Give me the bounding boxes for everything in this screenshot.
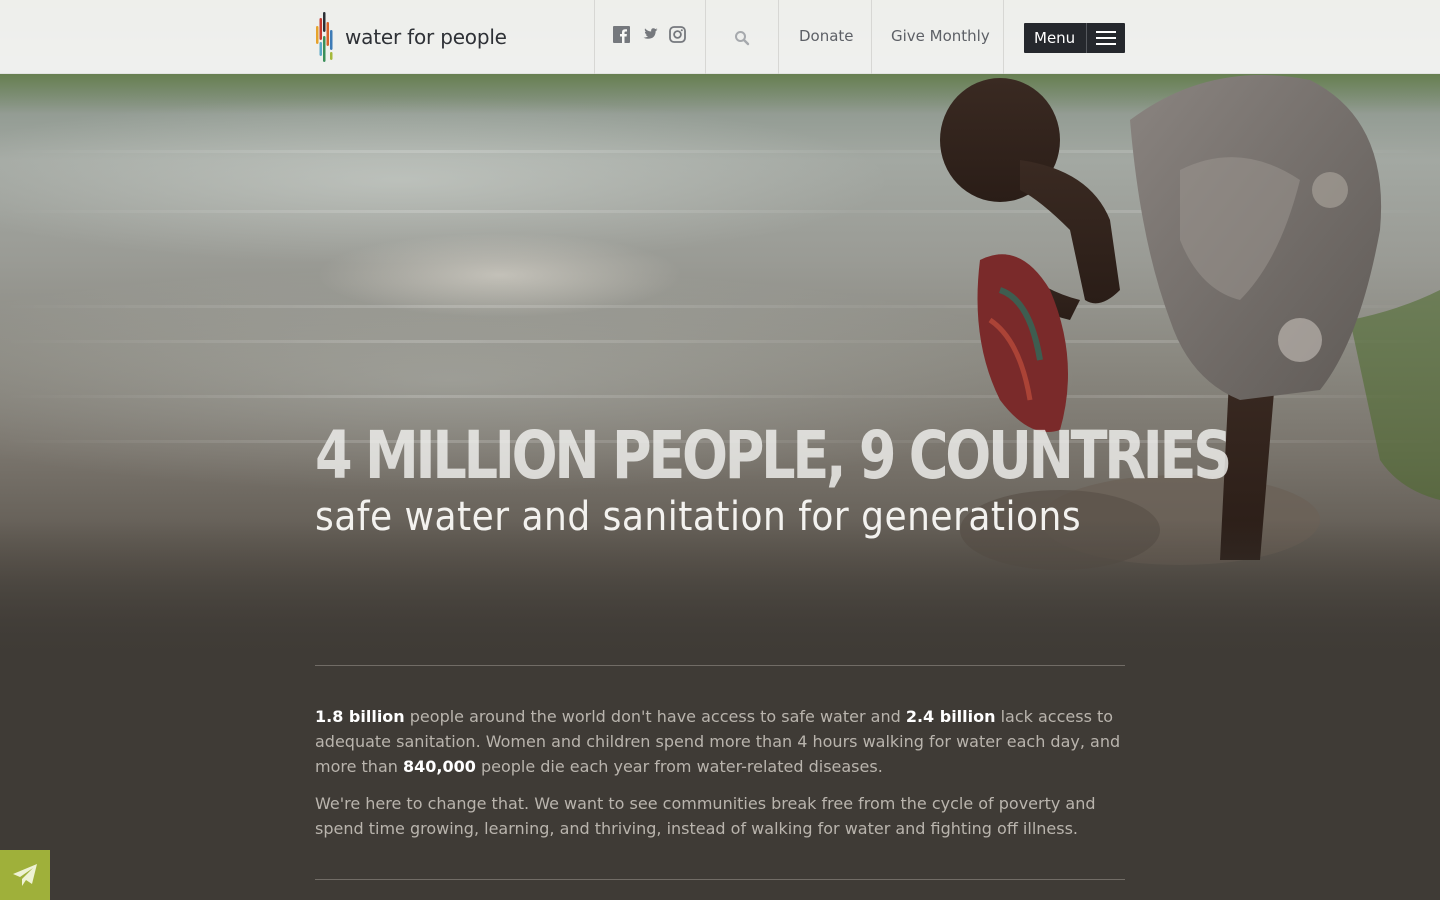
instagram-icon[interactable] bbox=[669, 26, 686, 43]
stat-sanitation: 2.4 billion bbox=[905, 707, 996, 726]
intro-paragraph-1: 1.8 billion people around the world don'… bbox=[315, 707, 1121, 776]
header-divider bbox=[705, 0, 706, 74]
search-icon[interactable] bbox=[734, 30, 750, 46]
menu-button[interactable]: Menu bbox=[1024, 23, 1125, 53]
stat-safe-water: 1.8 billion bbox=[315, 707, 405, 726]
logo-text: water for people bbox=[345, 25, 507, 49]
menu-label: Menu bbox=[1034, 29, 1076, 47]
stat-deaths: 840,000 bbox=[402, 757, 476, 776]
twitter-icon[interactable] bbox=[641, 26, 658, 43]
give-monthly-link[interactable]: Give Monthly bbox=[891, 27, 990, 45]
header-divider bbox=[778, 0, 779, 74]
intro-text: 1.8 billion people around the world don'… bbox=[315, 704, 1125, 841]
hero-subheadline: safe water and sanitation for generation… bbox=[315, 494, 1082, 540]
logo-mark-icon bbox=[316, 12, 333, 62]
header-divider bbox=[1003, 0, 1004, 74]
site-logo[interactable]: water for people bbox=[314, 10, 507, 64]
facebook-icon[interactable] bbox=[613, 26, 630, 43]
social-links bbox=[613, 26, 686, 43]
intro-paragraph-2: We're here to change that. We want to se… bbox=[315, 794, 1096, 838]
donate-link[interactable]: Donate bbox=[799, 27, 854, 45]
hero: 4 MILLION PEOPLE, 9 COUNTRIES safe water… bbox=[0, 0, 1440, 660]
header-divider bbox=[594, 0, 595, 74]
send-button[interactable] bbox=[0, 850, 50, 900]
hamburger-icon bbox=[1087, 23, 1125, 53]
section-divider-bottom bbox=[315, 879, 1125, 880]
hero-headline: 4 MILLION PEOPLE, 9 COUNTRIES bbox=[315, 417, 1232, 494]
paper-plane-icon bbox=[13, 864, 37, 886]
site-header: water for people Donate Give Monthly Men… bbox=[0, 0, 1440, 74]
header-divider bbox=[871, 0, 872, 74]
section-divider-top bbox=[315, 665, 1125, 666]
